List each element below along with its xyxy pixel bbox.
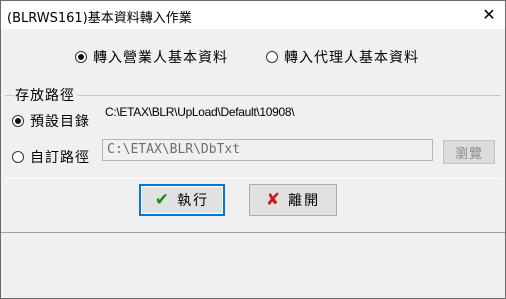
window-title: (BLRWS161)基本資料轉入作業 [7, 11, 192, 26]
radio-label: 預設目錄 [30, 114, 90, 130]
execute-button[interactable]: ✔ 執行 [139, 184, 225, 216]
browse-button[interactable]: 瀏覽 [443, 140, 495, 164]
close-button[interactable]: ✕ [477, 3, 501, 25]
radio-label: 轉入營業人基本資料 [93, 50, 228, 66]
dialog-window: (BLRWS161)基本資料轉入作業 ✕ 轉入營業人基本資料 轉入代理人基本資料… [0, 0, 506, 299]
radio-button[interactable] [266, 51, 278, 63]
footer-divider [1, 232, 505, 233]
radio-label: 轉入代理人基本資料 [284, 50, 419, 66]
default-path-text: C:\ETAX\BLR\UpLoad\Default\10908\ [105, 105, 295, 119]
close-icon: ✕ [482, 4, 496, 24]
radio-button-checked[interactable] [75, 51, 87, 63]
checkmark-icon: ✔ [154, 189, 172, 210]
radio-import-business[interactable]: 轉入營業人基本資料 [75, 47, 228, 67]
radio-button[interactable] [12, 151, 24, 163]
title-bar[interactable]: (BLRWS161)基本資料轉入作業 ✕ [1, 1, 505, 29]
custom-path-input[interactable]: C:\ETAX\BLR\DbTxt [102, 139, 433, 161]
leave-button[interactable]: ✘ 離開 [249, 184, 337, 216]
radio-label: 自訂路徑 [30, 150, 90, 166]
cross-icon: ✘ [265, 189, 283, 210]
leave-label: 離開 [288, 193, 321, 209]
radio-default-directory[interactable]: 預設目錄 [12, 111, 90, 131]
execute-label: 執行 [177, 193, 210, 209]
group-title: 存放路徑 [13, 85, 77, 105]
radio-button-checked[interactable] [12, 115, 24, 127]
radio-import-agent[interactable]: 轉入代理人基本資料 [266, 47, 419, 67]
radio-custom-path[interactable]: 自訂路徑 [12, 147, 90, 167]
